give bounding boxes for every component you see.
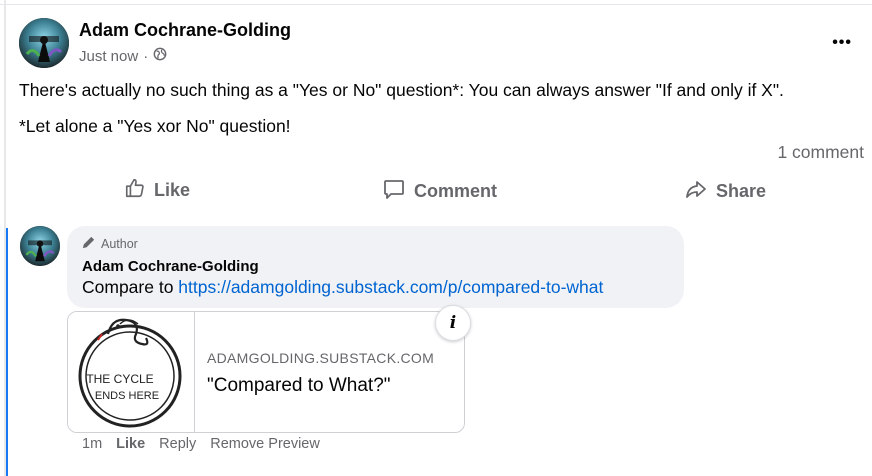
preview-title[interactable]: "Compared to What?": [207, 375, 391, 397]
comment-count[interactable]: 1 comment: [777, 142, 864, 163]
info-icon[interactable]: i: [435, 305, 471, 341]
comment-text: Compare to https://adamgolding.substack.…: [82, 277, 603, 298]
comment-bubble: Author Adam Cochrane-Golding Compare to …: [67, 226, 684, 308]
preview-image-text-line1: THE CYCLE: [86, 372, 153, 386]
remove-preview-button[interactable]: Remove Preview: [210, 436, 320, 452]
top-divider: [0, 4, 872, 5]
share-button[interactable]: Share: [684, 177, 766, 206]
meta-separator: ·: [143, 47, 149, 65]
post-timestamp[interactable]: Just now: [79, 48, 138, 65]
share-label: Share: [716, 181, 767, 201]
preview-image-text-line2: ENDS HERE: [95, 390, 159, 402]
comment-link[interactable]: https://adamgolding.substack.com/p/compa…: [178, 277, 603, 297]
post-author-name[interactable]: Adam Cochrane-Golding: [79, 20, 291, 41]
like-button[interactable]: Like: [124, 177, 190, 204]
comment-text-prefix: Compare to: [82, 277, 179, 297]
link-preview-card[interactable]: THE CYCLE ENDS HERE ADAMGOLDING.SUBSTACK…: [67, 311, 465, 433]
share-arrow-icon: [684, 177, 708, 206]
author-badge: Author: [81, 235, 138, 253]
more-options-icon[interactable]: •••: [832, 34, 852, 52]
post-text-line2: *Let alone a "Yes xor No" question!: [19, 116, 291, 136]
globe-icon: [153, 47, 167, 65]
post-meta: Just now ·: [79, 47, 167, 65]
preview-image: THE CYCLE ENDS HERE: [68, 312, 195, 432]
comment-actions: 1m Like Reply Remove Preview: [82, 436, 320, 452]
comment-label: Comment: [414, 181, 498, 201]
comment-button[interactable]: Comment: [382, 177, 497, 206]
pencil-icon: [81, 235, 96, 253]
comment-like-button[interactable]: Like: [116, 436, 145, 452]
thumbs-up-icon: [124, 177, 146, 204]
preview-domain: ADAMGOLDING.SUBSTACK.COM: [207, 350, 435, 366]
comment-reply-button[interactable]: Reply: [159, 436, 196, 452]
post-text-line1: There's actually no such thing as a "Yes…: [19, 80, 784, 100]
like-label: Like: [154, 180, 191, 200]
speech-bubble-icon: [382, 177, 406, 206]
author-badge-label: Author: [101, 237, 138, 251]
comment-thread-line: [6, 228, 8, 476]
comment-author-avatar[interactable]: [20, 226, 60, 266]
post-author-avatar[interactable]: [19, 18, 69, 68]
comment-time[interactable]: 1m: [82, 436, 102, 452]
comment-author-name[interactable]: Adam Cochrane-Golding: [82, 258, 259, 275]
